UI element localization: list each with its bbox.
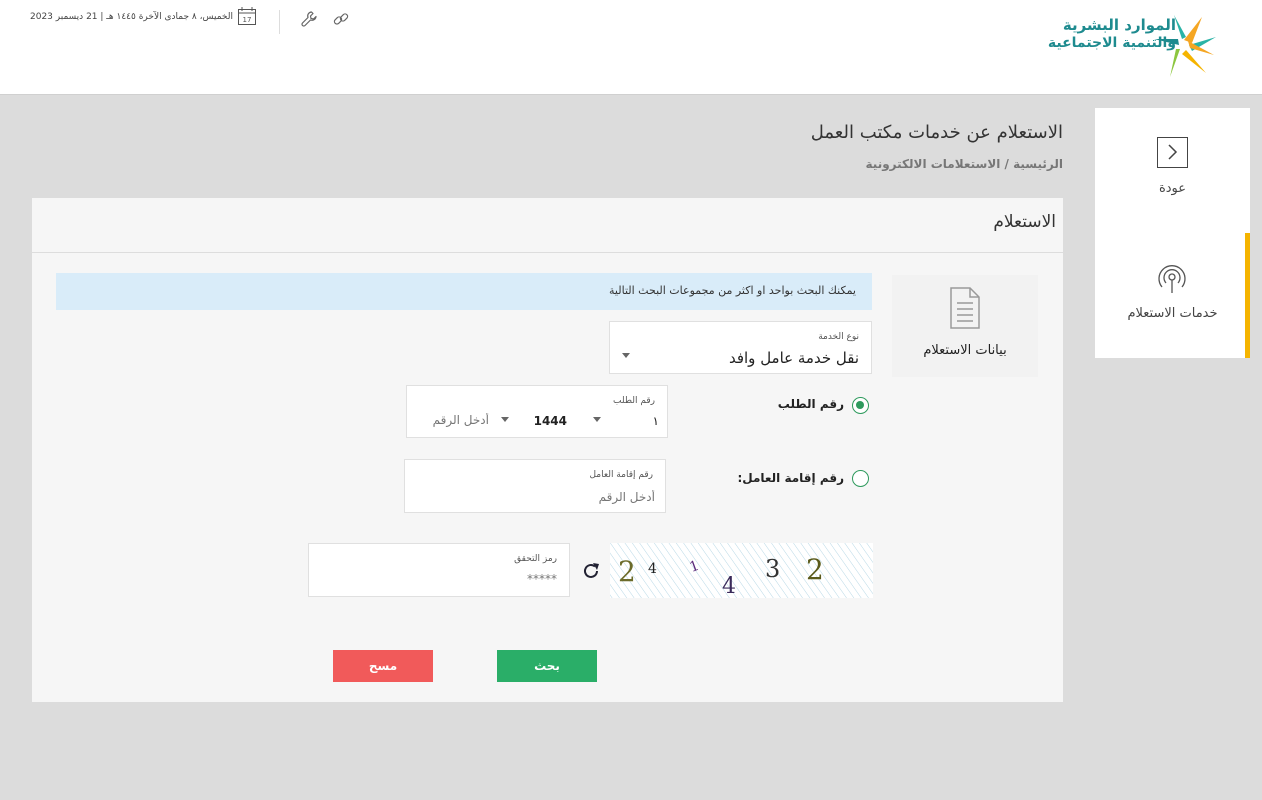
captcha-input[interactable]: ***** — [527, 572, 557, 586]
side-menu: عودة خدمات الاستعلام — [1095, 108, 1250, 358]
captcha-char-2: 4 — [648, 561, 657, 577]
card-title: الاستعلام — [993, 212, 1056, 232]
signal-icon — [1158, 265, 1186, 293]
clear-button[interactable]: مسح — [333, 650, 433, 682]
iqama-number-radio-label: رقم إقامة العامل: — [737, 471, 844, 485]
top-header: الموارد البشرية والتنمية الاجتماعية الخم… — [0, 0, 1262, 95]
header-divider — [279, 10, 280, 34]
captcha-image: 2 4 1 4 3 2 — [610, 543, 873, 598]
ministry-name: الموارد البشرية والتنمية الاجتماعية — [1026, 16, 1176, 52]
logo-line-1: الموارد البشرية — [1062, 16, 1176, 34]
back-button[interactable]: عودة — [1095, 108, 1250, 233]
search-button[interactable]: بحث — [497, 650, 597, 682]
service-type-value: نقل خدمة عامل وافد — [728, 349, 859, 367]
calendar-icon[interactable]: 17 — [237, 6, 257, 26]
request-number-radio[interactable] — [852, 397, 869, 414]
iqama-number-group: رقم إقامة العامل — [404, 459, 666, 513]
calendar-day: 17 — [243, 16, 252, 24]
request-number-radio-label: رقم الطلب — [777, 397, 844, 411]
card-header: الاستعلام — [32, 198, 1063, 253]
chevron-right-icon — [1157, 137, 1188, 168]
captcha-char-4: 4 — [722, 574, 736, 598]
request-year-select[interactable]: 1444 — [497, 412, 567, 432]
request-number-label: رقم الطلب — [613, 396, 655, 406]
back-label: عودة — [1158, 181, 1187, 196]
breadcrumb[interactable]: الرئيسية / الاستعلامات الالكترونية — [866, 157, 1063, 171]
request-prefix-select[interactable]: ١ — [559, 412, 659, 432]
header-date: الخميس، ٨ جمادى الآخرة ١٤٤٥ هـ | 21 ديسم… — [30, 12, 233, 22]
chevron-down-icon — [622, 353, 630, 358]
iqama-number-label: رقم إقامة العامل — [589, 470, 653, 480]
sidebar-item-label: خدمات الاستعلام — [1127, 306, 1218, 321]
captcha-char-5: 3 — [765, 555, 780, 583]
chevron-down-icon — [593, 417, 601, 422]
captcha-char-1: 2 — [618, 555, 636, 588]
info-message: يمكنك البحث بواحد او اكثر من مجموعات الب… — [609, 284, 856, 297]
request-number-input[interactable] — [415, 409, 489, 431]
service-type-select[interactable]: نوع الخدمة نقل خدمة عامل وافد — [609, 321, 872, 374]
request-number-group: رقم الطلب ١ 1444 — [406, 385, 668, 438]
active-indicator — [1245, 233, 1250, 358]
wrench-icon[interactable] — [300, 10, 318, 28]
sidebar-item-inquiry-services[interactable]: خدمات الاستعلام — [1095, 233, 1250, 358]
info-banner: يمكنك البحث بواحد او اكثر من مجموعات الب… — [56, 273, 872, 310]
chevron-down-icon — [501, 417, 509, 422]
document-icon — [950, 287, 980, 329]
refresh-icon[interactable] — [581, 561, 601, 581]
iqama-number-radio[interactable] — [852, 470, 869, 487]
section-label: بيانات الاستعلام — [923, 343, 1007, 358]
section-tab[interactable]: بيانات الاستعلام — [892, 275, 1038, 377]
request-year-value: 1444 — [533, 414, 567, 428]
inquiry-card: الاستعلام بيانات الاستعلام يمكنك البحث ب… — [32, 198, 1063, 702]
captcha-field: رمز التحقق ***** — [308, 543, 570, 597]
captcha-char-6: 2 — [806, 553, 824, 586]
page-title: الاستعلام عن خدمات مكتب العمل — [810, 122, 1063, 143]
request-prefix-value: ١ — [652, 414, 659, 428]
captcha-label: رمز التحقق — [514, 554, 557, 564]
link-icon[interactable] — [332, 10, 350, 28]
logo-line-2: والتنمية الاجتماعية — [1047, 35, 1176, 51]
iqama-number-input[interactable] — [413, 486, 655, 508]
service-type-label: نوع الخدمة — [818, 332, 859, 342]
